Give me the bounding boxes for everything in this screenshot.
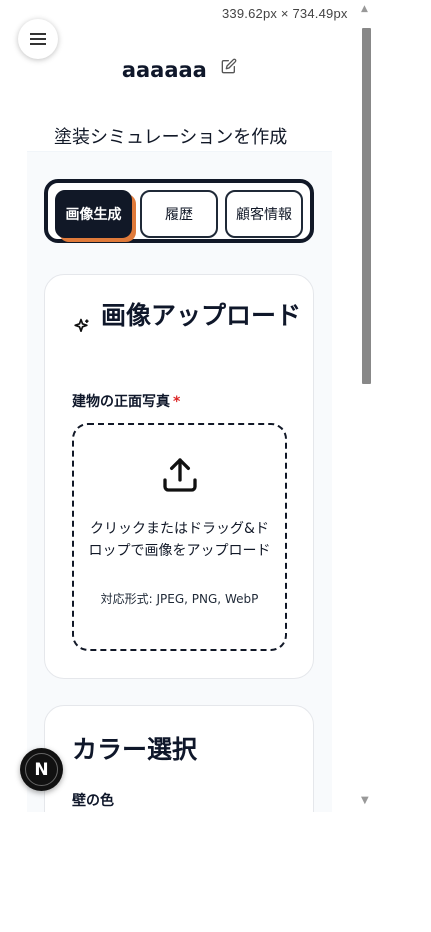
scroll-up-icon[interactable]: ▲ <box>361 4 368 14</box>
hamburger-icon <box>30 33 46 45</box>
dropzone-instructions: クリックまたはドラッグ&ドロップで画像をアップロード <box>88 521 271 559</box>
color-card-title: カラー選択 <box>72 735 198 764</box>
sparkle-icon <box>74 318 89 332</box>
scrollbar-thumb[interactable] <box>362 28 371 384</box>
image-upload-card: 画像アップロード 建物の正面写真 * クリックまたはドラッグ&ドロップで画像をアッ… <box>44 274 314 679</box>
tab-image-generation[interactable]: 画像生成 <box>55 190 132 238</box>
color-selection-card: カラー選択 壁の色 <box>44 705 314 812</box>
required-mark: * <box>173 394 181 410</box>
n-logo-icon: N <box>25 753 58 786</box>
tab-history[interactable]: 履歴 <box>140 190 218 238</box>
username: aaaaaa <box>121 58 207 82</box>
upload-card-title: 画像アップロード <box>101 301 302 330</box>
photo-field-label-text: 建物の正面写真 <box>72 394 170 410</box>
tab-customer-info[interactable]: 顧客情報 <box>225 190 303 238</box>
supported-formats: 対応形式: JPEG, PNG, WebP <box>100 592 259 606</box>
edit-icon[interactable] <box>221 55 237 79</box>
header: aaaaaa 塗装シミュレーションを作成 <box>27 22 332 152</box>
wall-color-label: 壁の色 <box>72 793 114 809</box>
page-title: 塗装シミュレーションを作成 <box>54 127 288 148</box>
page-viewport: aaaaaa 塗装シミュレーションを作成 画像生成 履歴 顧客情報 画像アップロ… <box>0 0 372 812</box>
menu-button[interactable] <box>18 19 58 59</box>
photo-field-label: 建物の正面写真 * <box>72 391 180 411</box>
upload-icon <box>163 458 197 492</box>
scroll-down-icon[interactable]: ▼ <box>361 795 369 806</box>
username-row: aaaaaa <box>27 57 332 82</box>
image-dropzone[interactable]: クリックまたはドラッグ&ドロップで画像をアップロード 対応形式: JPEG, P… <box>72 423 287 651</box>
tab-bar: 画像生成 履歴 顧客情報 <box>44 179 314 243</box>
next-devtools-button[interactable]: N <box>20 748 63 791</box>
